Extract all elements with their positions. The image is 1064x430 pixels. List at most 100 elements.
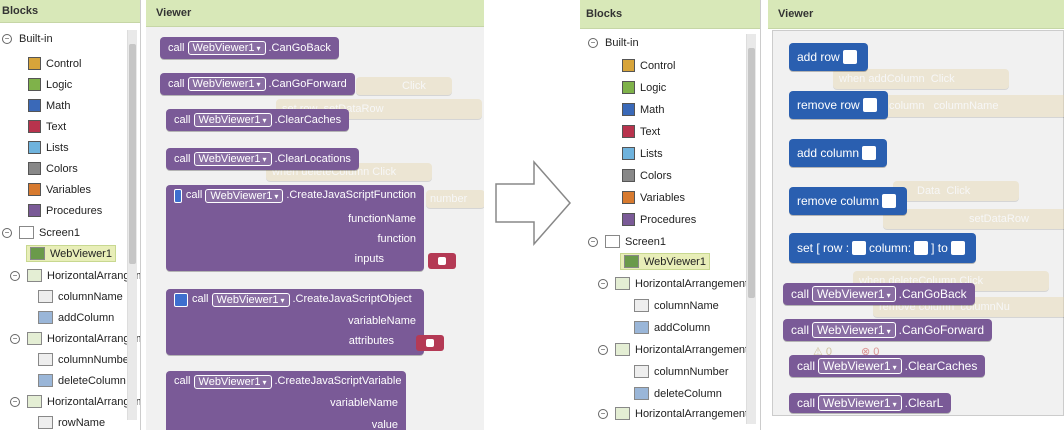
tree-rowname[interactable]: rowName xyxy=(38,416,105,429)
component-dropdown[interactable]: WebViewer1 ▾ xyxy=(193,113,272,127)
tree-webviewer[interactable]: WebViewer1 xyxy=(26,245,116,262)
mutator-gear-icon[interactable] xyxy=(174,293,188,307)
tree-category-text[interactable]: Text xyxy=(28,120,66,133)
tree-category-colors[interactable]: Colors xyxy=(28,162,78,175)
method-name: .CanGoBack xyxy=(898,287,967,301)
tree-builtin[interactable]: − Built-in xyxy=(2,33,53,45)
block-cangoforward[interactable]: call WebViewer1 ▾ .CanGoForward xyxy=(160,73,355,95)
collapse-icon[interactable]: − xyxy=(598,408,608,419)
block-cangoback[interactable]: call WebViewer1 ▾ .CanGoBack xyxy=(160,37,339,59)
block-add-column[interactable]: add column xyxy=(789,139,888,167)
tree-ha3[interactable]: − HorizontalArrangement xyxy=(598,407,748,420)
component-dropdown[interactable]: WebViewer1 ▾ xyxy=(187,77,266,91)
tree-category-math[interactable]: Math xyxy=(622,103,664,116)
collapse-icon[interactable]: − xyxy=(2,34,12,44)
slot-function: function xyxy=(377,233,416,245)
block-set-cell[interactable]: set [ row : column: ] to xyxy=(789,233,976,263)
collapse-icon[interactable]: − xyxy=(10,270,20,281)
tree-category-logic[interactable]: Logic xyxy=(28,78,72,91)
scroll-thumb[interactable] xyxy=(748,48,755,298)
tree-category-variables[interactable]: Variables xyxy=(28,183,91,196)
tree-ha1[interactable]: −HorizontalArrangemen xyxy=(10,269,140,282)
block-clearcaches[interactable]: call WebViewer1 ▾ .ClearCaches xyxy=(166,109,350,131)
dropdown-arrow-icon: ▾ xyxy=(256,80,261,89)
tree-ha1[interactable]: − HorizontalArrangement xyxy=(598,277,748,290)
tree-screen1[interactable]: − Screen1 xyxy=(588,235,666,248)
block-clearcaches[interactable]: call WebViewer1 ▾ .ClearCaches xyxy=(789,355,986,377)
category-label: Math xyxy=(640,103,665,116)
tree-webviewer[interactable]: WebViewer1 xyxy=(620,253,710,270)
collapse-icon[interactable]: − xyxy=(588,236,598,247)
call-keyword: call xyxy=(797,396,816,410)
collapse-icon[interactable]: − xyxy=(10,396,20,407)
collapse-icon[interactable]: − xyxy=(598,344,608,355)
tree-category-procedures[interactable]: Procedures xyxy=(622,213,696,226)
tree-ha3[interactable]: −HorizontalArrangemen xyxy=(10,395,140,408)
tree-category-math[interactable]: Math xyxy=(28,99,70,112)
component-dropdown[interactable]: WebViewer1 ▾ xyxy=(211,293,290,307)
component-dropdown[interactable]: WebViewer1 ▾ xyxy=(818,358,902,374)
tree-columnname[interactable]: columnName xyxy=(38,290,123,303)
category-label: Logic xyxy=(640,81,667,94)
tree-category-variables[interactable]: Variables xyxy=(622,191,685,204)
block-cangoback[interactable]: call WebViewer1 ▾ .CanGoBack xyxy=(783,283,975,305)
empty-list-socket-icon[interactable] xyxy=(416,335,444,351)
mutator-gear-icon[interactable] xyxy=(174,189,182,203)
ghost-text: setDataRow xyxy=(969,213,1029,225)
component-dropdown[interactable]: WebViewer1 ▾ xyxy=(187,41,266,55)
block-createjsvariable[interactable]: call WebViewer1 ▾ .CreateJavaScriptVariab… xyxy=(166,371,406,430)
collapse-icon[interactable]: − xyxy=(588,38,598,48)
ghost-block: when addColumn Click xyxy=(833,69,1009,89)
tree-category-colors[interactable]: Colors xyxy=(622,169,672,182)
tree-columnnumber[interactable]: columnNumber xyxy=(634,365,729,378)
block-add-row[interactable]: add row xyxy=(789,43,868,71)
left-blocks-scrollbar[interactable] xyxy=(127,30,137,420)
webviewer-icon xyxy=(30,247,45,260)
component-dropdown[interactable]: WebViewer1 ▾ xyxy=(205,189,284,203)
left-viewer-canvas: Click set row setDataRow when deleteColu… xyxy=(146,27,484,430)
tree-category-lists[interactable]: Lists xyxy=(28,141,69,154)
tree-deletecolumn[interactable]: deleteColumn xyxy=(38,374,126,387)
component-dropdown[interactable]: WebViewer1 ▾ xyxy=(812,286,896,302)
block-remove-row[interactable]: remove row xyxy=(789,91,888,119)
tree-ha2[interactable]: − HorizontalArrangement xyxy=(598,343,748,356)
scroll-thumb[interactable] xyxy=(129,44,136,264)
component-name: WebViewer1 xyxy=(192,42,255,54)
collapse-icon[interactable]: − xyxy=(2,227,12,238)
tree-builtin[interactable]: − Built-in xyxy=(588,37,639,49)
tree-columnnumber[interactable]: columnNumber xyxy=(38,353,133,366)
block-clearlocations[interactable]: call WebViewer1 ▾ .ClearL xyxy=(789,393,952,413)
block-cangoforward[interactable]: call WebViewer1 ▾ .CanGoForward xyxy=(783,319,992,341)
block-clearlocations[interactable]: call WebViewer1 ▾ .ClearLocations xyxy=(166,148,359,170)
collapse-icon[interactable]: − xyxy=(598,278,608,289)
tree-category-control[interactable]: Control xyxy=(28,57,81,70)
component-dropdown[interactable]: WebViewer1 ▾ xyxy=(818,395,902,411)
empty-list-socket-icon[interactable] xyxy=(428,253,456,269)
dropdown-arrow-icon: ▾ xyxy=(262,155,267,164)
lists-swatch-icon xyxy=(622,147,635,160)
component-dropdown[interactable]: WebViewer1 ▾ xyxy=(193,152,272,166)
tree-addcolumn[interactable]: addColumn xyxy=(38,311,114,324)
block-createjsfunction[interactable]: call WebViewer1 ▾ .CreateJavaScriptFuncti… xyxy=(166,185,424,271)
tree-addcolumn[interactable]: addColumn xyxy=(634,321,710,334)
tree-ha2[interactable]: −HorizontalArrangemen xyxy=(10,332,140,345)
dropdown-arrow-icon: ▾ xyxy=(274,192,279,201)
block-createjsobject[interactable]: call WebViewer1 ▾ .CreateJavaScriptObject… xyxy=(166,289,424,355)
tree-columnname[interactable]: columnName xyxy=(634,299,719,312)
component-dropdown[interactable]: WebViewer1 ▾ xyxy=(193,375,272,389)
tree-deletecolumn[interactable]: deleteColumn xyxy=(634,387,722,400)
tree-category-lists[interactable]: Lists xyxy=(622,147,663,160)
collapse-icon[interactable]: − xyxy=(10,333,20,344)
tree-category-text[interactable]: Text xyxy=(622,125,660,138)
webviewer-icon xyxy=(624,255,639,268)
method-name: .CanGoForward xyxy=(898,323,984,337)
arrangement-icon xyxy=(615,407,630,420)
right-blocks-scrollbar[interactable] xyxy=(746,34,756,424)
tree-category-control[interactable]: Control xyxy=(622,59,675,72)
tree-category-logic[interactable]: Logic xyxy=(622,81,666,94)
tree-screen1[interactable]: − Screen1 xyxy=(2,226,80,239)
tree-category-procedures[interactable]: Procedures xyxy=(28,204,102,217)
block-remove-column[interactable]: remove column xyxy=(789,187,908,215)
colors-swatch-icon xyxy=(28,162,41,175)
component-dropdown[interactable]: WebViewer1 ▾ xyxy=(812,322,896,338)
